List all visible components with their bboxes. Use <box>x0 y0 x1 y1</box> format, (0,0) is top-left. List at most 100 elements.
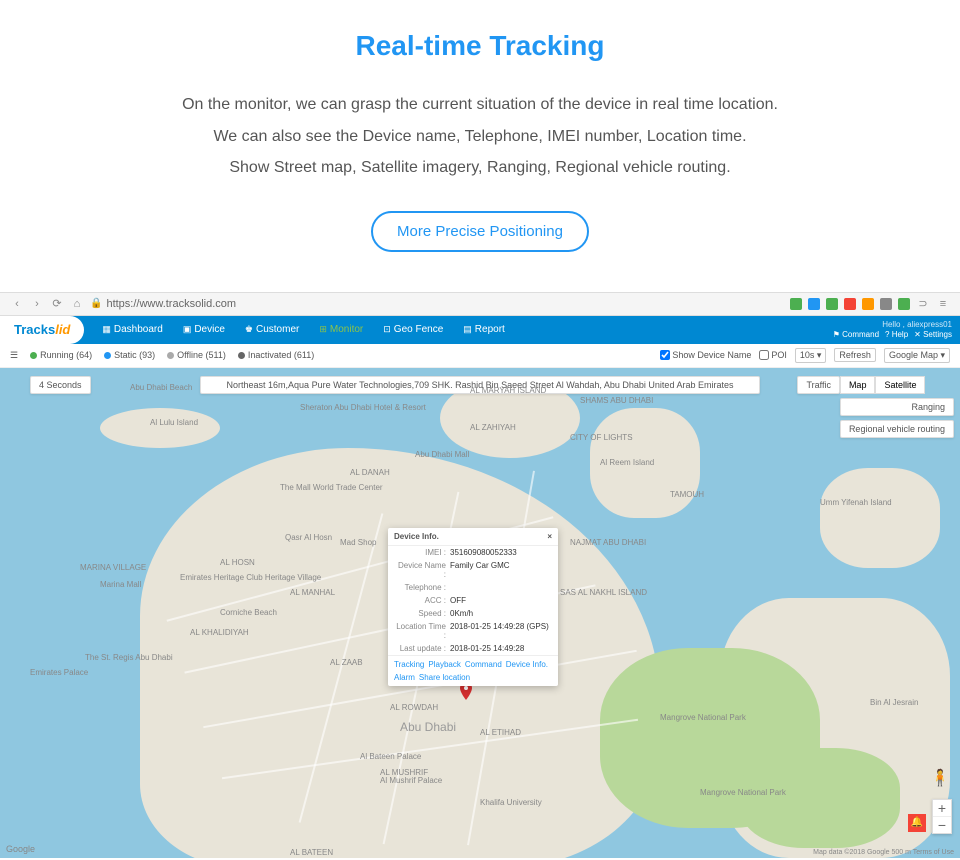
nav-customer[interactable]: ♚Customer <box>235 324 309 335</box>
menu-icon[interactable]: ≡ <box>936 297 950 311</box>
extension-icon[interactable] <box>862 298 874 310</box>
place-label: MARINA VILLAGE <box>80 563 146 572</box>
menu-icon[interactable]: ⊃ <box>916 297 930 311</box>
place-label: NAJMAT ABU DHABI <box>570 538 646 547</box>
url-text[interactable]: https://www.tracksolid.com <box>106 298 236 310</box>
acc-value: OFF <box>450 596 466 605</box>
reload-icon[interactable]: ⟳ <box>50 297 64 311</box>
place-label: AL DANAH <box>350 468 390 477</box>
nav-report[interactable]: ▤Report <box>453 324 515 335</box>
close-icon[interactable]: × <box>547 532 552 541</box>
satellite-label[interactable]: Satellite <box>875 376 925 394</box>
place-label: Abu Dhabi Beach <box>130 383 192 392</box>
page-title: Real-time Tracking <box>40 30 920 62</box>
share-location-link[interactable]: Share location <box>419 673 470 682</box>
seconds-chip: 4 Seconds <box>30 376 91 394</box>
extension-icon[interactable] <box>808 298 820 310</box>
customer-icon: ♚ <box>245 324 253 335</box>
status-offline[interactable]: Offline (511) <box>167 350 226 360</box>
extension-icon[interactable] <box>898 298 910 310</box>
regional-routing-button[interactable]: Regional vehicle routing <box>840 420 954 438</box>
back-icon[interactable]: ‹ <box>10 297 24 311</box>
pegman-icon[interactable]: 🧍 <box>930 768 950 788</box>
place-label: Emirates Palace <box>30 668 88 677</box>
map-label[interactable]: Map <box>840 376 876 394</box>
status-static[interactable]: Static (93) <box>104 350 155 360</box>
playback-link[interactable]: Playback <box>428 660 460 669</box>
command-link[interactable]: ⚑ Command <box>833 330 879 340</box>
traffic-chip[interactable]: Traffic <box>797 376 840 394</box>
status-running[interactable]: Running (64) <box>30 350 92 360</box>
forward-icon[interactable]: › <box>30 297 44 311</box>
precise-positioning-button[interactable]: More Precise Positioning <box>371 211 589 252</box>
home-icon[interactable]: ⌂ <box>70 297 84 311</box>
place-label: Corniche Beach <box>220 608 277 617</box>
greeting: Hello , aliexpress01 <box>882 320 952 330</box>
settings-link[interactable]: ✕ Settings <box>914 330 952 340</box>
ranging-button[interactable]: Ranging <box>840 398 954 416</box>
monitor-icon: ⊞ <box>319 324 327 335</box>
place-label: Al Bateen Palace <box>360 752 421 761</box>
place-label: AL KHALIDIYAH <box>190 628 249 637</box>
extension-icon[interactable] <box>844 298 856 310</box>
show-device-name-checkbox[interactable]: Show Device Name <box>660 350 751 360</box>
place-label: TAMOUH <box>670 490 704 499</box>
zoom-in-button[interactable]: + <box>933 800 951 817</box>
sidebar-toggle[interactable]: ☰ <box>10 350 18 361</box>
place-label: Mangrove National Park <box>700 788 786 797</box>
alarm-link[interactable]: Alarm <box>394 673 415 682</box>
nav-dashboard[interactable]: ▦Dashboard <box>92 324 172 335</box>
place-label: AL ETIHAD <box>480 728 521 737</box>
map-type-toggle[interactable]: Map Satellite <box>840 376 954 394</box>
hero-line: Show Street map, Satellite imagery, Rang… <box>40 155 920 181</box>
dashboard-icon: ▦ <box>102 324 111 335</box>
report-icon: ▤ <box>463 324 472 335</box>
hero-line: On the monitor, we can grasp the current… <box>40 92 920 118</box>
place-label: Sheraton Abu Dhabi Hotel & Resort <box>300 403 426 412</box>
extension-icon[interactable] <box>790 298 802 310</box>
place-label: Bin Al Jesrain <box>870 698 918 707</box>
zoom-control: + − <box>932 799 952 834</box>
imei-value: 351609080052333 <box>450 548 517 557</box>
device-info-link[interactable]: Device Info. <box>506 660 548 669</box>
google-logo: Google <box>6 844 35 854</box>
speed-value: 0Km/h <box>450 609 473 618</box>
place-label: AL ZAHIYAH <box>470 423 516 432</box>
place-label: Al Reem Island <box>600 458 654 467</box>
tracking-link[interactable]: Tracking <box>394 660 424 669</box>
zoom-out-button[interactable]: − <box>933 817 951 833</box>
interval-select[interactable]: 10s ▾ <box>795 348 827 363</box>
place-label: Khalifa University <box>480 798 542 807</box>
place-label: Mad Shop <box>340 538 376 547</box>
extension-icon[interactable] <box>826 298 838 310</box>
poi-checkbox[interactable]: POI <box>759 350 787 360</box>
place-label: AL ROWDAH <box>390 703 438 712</box>
extension-icon[interactable] <box>880 298 892 310</box>
device-name-value: Family Car GMC <box>450 561 510 579</box>
map-canvas[interactable]: 4 Seconds Northeast 16m,Aqua Pure Water … <box>0 368 960 858</box>
location-time-value: 2018-01-25 14:49:28 (GPS) <box>450 622 549 640</box>
map-type-select[interactable]: Google Map ▾ <box>884 348 950 363</box>
nav-geofence[interactable]: ⊡Geo Fence <box>373 324 453 335</box>
command-link[interactable]: Command <box>465 660 502 669</box>
place-label: CITY OF LIGHTS <box>570 433 633 442</box>
gear-icon: ✕ <box>914 330 921 339</box>
place-label: SHAMS ABU DHABI <box>580 396 653 405</box>
nav-device[interactable]: ▣Device <box>173 324 235 335</box>
place-label: SAS AL NAKHL ISLAND <box>560 588 647 597</box>
place-label: AL ZAAB <box>330 658 363 667</box>
place-label: Umm Yifenah Island <box>820 498 892 507</box>
place-label: AL MARYAH ISLAND <box>470 386 546 395</box>
nav-monitor[interactable]: ⊞Monitor <box>309 324 373 335</box>
place-label: Emirates Heritage Club Heritage Village <box>180 573 321 582</box>
logo[interactable]: Trackslid <box>0 316 84 344</box>
place-label: Abu Dhabi Mall <box>415 450 469 459</box>
status-bar: ☰ Running (64) Static (93) Offline (511)… <box>0 344 960 368</box>
place-label: AL MUSHRIF <box>380 768 428 777</box>
status-inactivated[interactable]: Inactivated (611) <box>238 350 314 360</box>
help-link[interactable]: ? Help <box>885 330 908 340</box>
refresh-button[interactable]: Refresh <box>834 348 876 362</box>
place-label: Al Mushrif Palace <box>380 776 442 785</box>
place-label: The St. Regis Abu Dhabi <box>85 653 173 662</box>
alert-bell-icon[interactable]: 🔔 <box>908 814 926 832</box>
